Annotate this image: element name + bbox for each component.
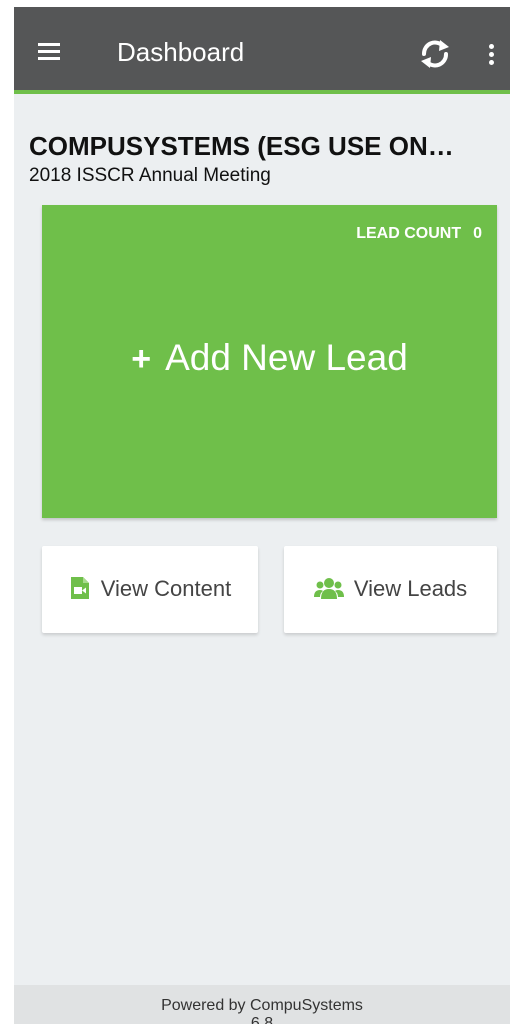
lead-count-value: 0 <box>473 225 482 242</box>
event-name: 2018 ISSCR Annual Meeting <box>29 165 271 186</box>
company-name: COMPUSYSTEMS (ESG USE ON… <box>29 131 454 161</box>
lead-count-label: LEAD COUNT <box>356 225 462 242</box>
more-vertical-icon[interactable] <box>484 39 498 67</box>
add-new-lead-card[interactable]: LEAD COUNT 0 + Add New Lead <box>42 205 497 518</box>
users-icon <box>313 578 344 599</box>
powered-by-text: Powered by CompuSystems <box>161 997 363 1014</box>
hamburger-menu-icon[interactable] <box>38 43 62 61</box>
app-toolbar: Dashboard <box>14 7 510 94</box>
footer: Powered by CompuSystems 6.8 <box>14 985 510 1024</box>
view-leads-label: View Leads <box>353 576 468 601</box>
view-content-label: View Content <box>100 576 232 601</box>
view-leads-button[interactable]: View Leads <box>284 546 497 633</box>
add-new-lead-button[interactable]: + Add New Lead <box>42 337 497 379</box>
page-title: Dashboard <box>117 37 245 67</box>
app-screen: Dashboard COMPUSYSTEMS (ESG USE ON… 2018… <box>14 7 510 1024</box>
sync-icon[interactable] <box>416 35 454 73</box>
lead-count: LEAD COUNT 0 <box>356 225 482 243</box>
plus-icon: + <box>131 340 152 378</box>
view-content-button[interactable]: View Content <box>42 546 258 633</box>
video-file-icon <box>70 577 89 599</box>
add-new-lead-label: Add New Lead <box>165 337 408 378</box>
version-text: 6.8 <box>250 1015 274 1024</box>
